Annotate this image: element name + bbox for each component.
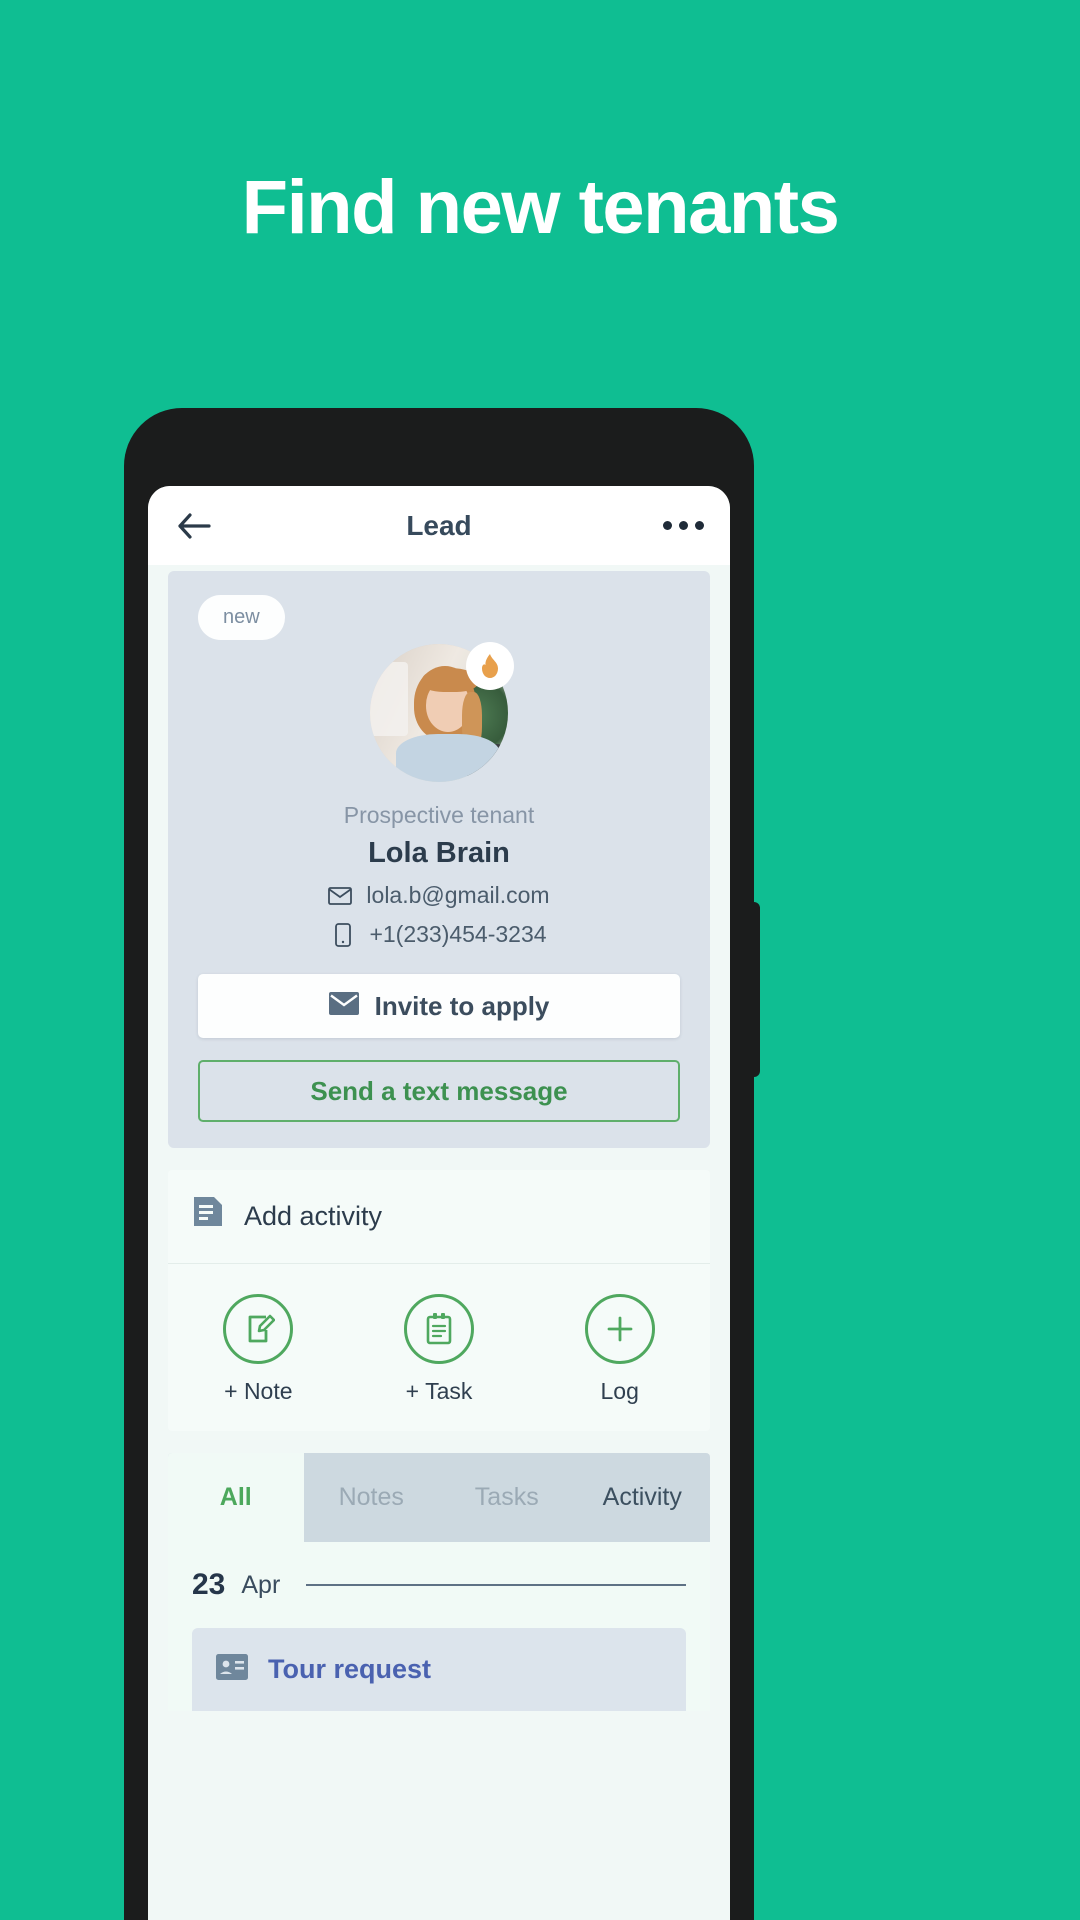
note-edit-icon — [223, 1294, 294, 1364]
invite-to-apply-label: Invite to apply — [374, 990, 550, 1021]
app-bar: Lead — [148, 486, 730, 565]
envelope-icon — [328, 991, 359, 1022]
flame-icon — [466, 642, 514, 690]
clipboard-icon — [404, 1294, 474, 1364]
email-row[interactable]: lola.b@gmail.com — [168, 882, 710, 909]
phone-side-button — [750, 902, 760, 1077]
document-icon — [192, 1196, 224, 1237]
add-task-button[interactable]: + Task — [349, 1294, 530, 1405]
lead-profile-card: new Prospective tenant Lola Brain lola.b… — [168, 571, 710, 1148]
more-horizontal-icon[interactable] — [658, 521, 704, 530]
page-title: Find new tenants — [241, 165, 840, 250]
invite-to-apply-button[interactable]: Invite to apply — [198, 974, 680, 1038]
timeline-entry[interactable]: Tour request — [192, 1628, 686, 1711]
timeline-divider — [306, 1584, 686, 1586]
lead-name: Lola Brain — [368, 837, 510, 869]
plus-circle-icon — [584, 1294, 655, 1364]
app-bar-title: Lead — [406, 509, 472, 541]
add-activity-label: Add activity — [244, 1201, 383, 1231]
send-text-message-button[interactable]: Send a text message — [198, 1060, 680, 1122]
back-icon[interactable] — [174, 506, 214, 546]
log-label: Log — [600, 1378, 639, 1404]
lead-phone: +1(233)454-3234 — [369, 921, 547, 947]
envelope-icon — [328, 884, 353, 908]
add-note-button[interactable]: + Note — [168, 1294, 349, 1405]
add-task-label: + Task — [405, 1378, 473, 1404]
add-activity-header[interactable]: Add activity — [168, 1170, 710, 1264]
phone-screen: Lead new Prospective tenant Lola Brain l… — [148, 486, 730, 1920]
lead-role: Prospective tenant — [343, 802, 535, 828]
status-badge: new — [198, 595, 285, 640]
phone-mockup: Lead new Prospective tenant Lola Brain l… — [124, 408, 760, 1920]
activity-actions: + Note + Task Log — [168, 1264, 710, 1431]
timeline-date-day: 23 — [192, 1568, 226, 1601]
timeline-date: 23 Apr — [192, 1568, 686, 1602]
activity-timeline: 23 Apr Tour request — [168, 1542, 710, 1711]
add-activity-card: Add activity + Note + Task Log — [168, 1170, 710, 1431]
timeline-date-month: Apr — [241, 1570, 281, 1599]
tab-notes[interactable]: Notes — [304, 1453, 440, 1542]
tab-activity[interactable]: Activity — [575, 1453, 711, 1542]
tab-all[interactable]: All — [168, 1453, 304, 1542]
phone-row[interactable]: +1(233)454-3234 — [168, 921, 710, 948]
tab-tasks[interactable]: Tasks — [439, 1453, 575, 1542]
avatar — [370, 642, 514, 782]
timeline-entry-title: Tour request — [268, 1654, 432, 1684]
mobile-icon — [331, 922, 355, 947]
log-button[interactable]: Log — [529, 1294, 710, 1405]
send-text-message-label: Send a text message — [310, 1075, 568, 1106]
add-note-label: + Note — [224, 1378, 293, 1404]
contact-card-icon — [216, 1654, 248, 1685]
activity-tabs: All Notes Tasks Activity — [168, 1453, 710, 1542]
lead-email: lola.b@gmail.com — [366, 882, 550, 908]
